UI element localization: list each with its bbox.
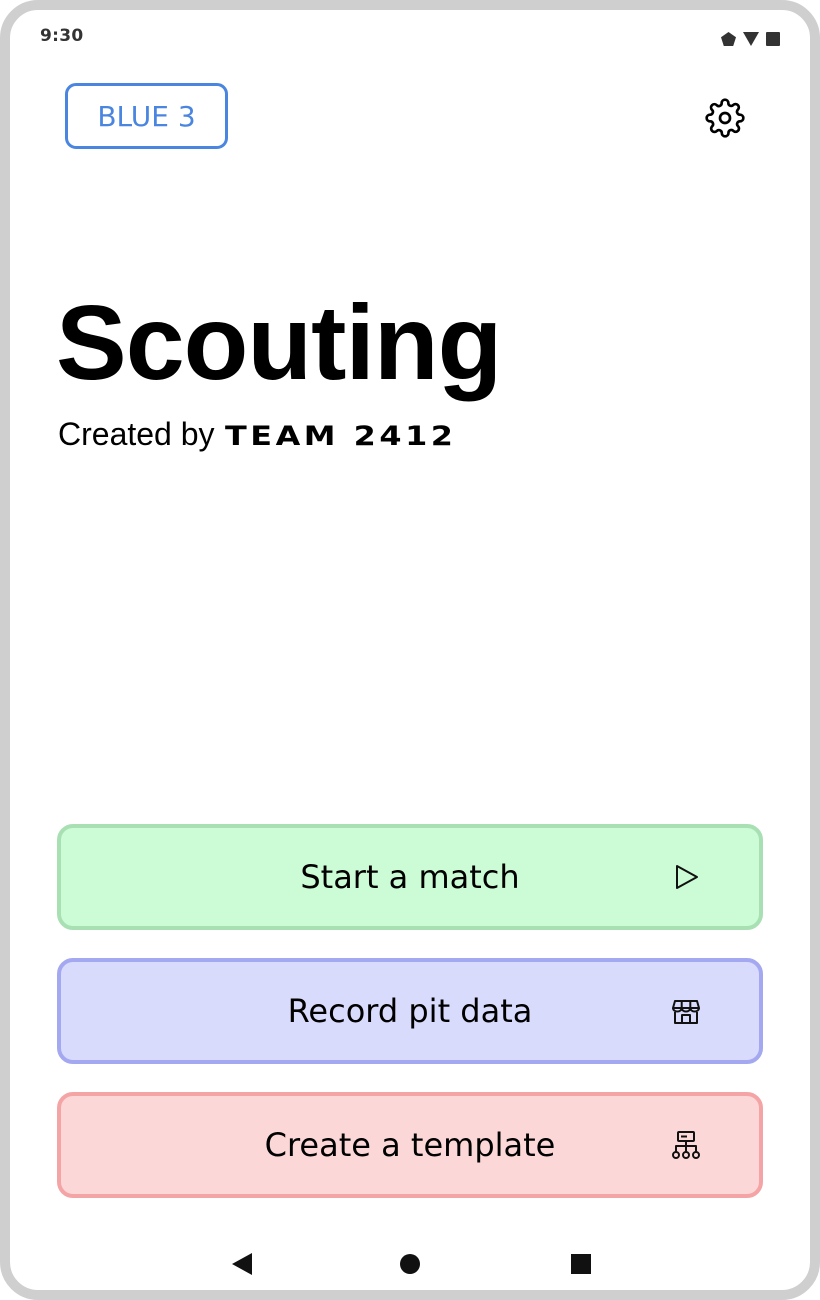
recents-icon [571,1253,591,1279]
wifi-icon [743,32,759,46]
signal-icon [721,32,736,46]
home-icon [399,1253,421,1280]
battery-icon [766,32,780,46]
back-icon [231,1252,253,1281]
create-template-label: Create a template [264,1126,556,1164]
create-template-button[interactable]: Create a template [57,1092,763,1198]
status-time: 9:30 [40,26,84,46]
home-button[interactable] [390,1246,430,1286]
record-pit-data-button[interactable]: Record pit data [57,958,763,1064]
status-icons [721,32,780,46]
start-match-label: Start a match [300,858,520,896]
app-title: Scouting [56,284,502,402]
device-frame: 9:30 BLUE 3 Scouting Created by TEAM 241… [0,0,820,1300]
system-nav-bar [10,1234,810,1290]
alliance-position-button[interactable]: BLUE 3 [65,83,228,149]
app-subtitle: Created by TEAM 2412 [58,416,452,453]
recents-button[interactable] [561,1246,601,1286]
record-pit-data-label: Record pit data [287,992,533,1030]
storefront-icon [671,996,701,1026]
back-button[interactable] [222,1246,262,1286]
team-name: TEAM 2412 [224,421,457,452]
gear-icon [705,98,745,138]
subtitle-prefix: Created by [58,416,215,452]
start-match-button[interactable]: Start a match [57,824,763,930]
status-bar: 9:30 [10,10,810,60]
alliance-position-label: BLUE 3 [97,99,196,133]
play-icon [671,862,701,892]
settings-button[interactable] [705,98,745,138]
sitemap-icon [671,1130,701,1160]
